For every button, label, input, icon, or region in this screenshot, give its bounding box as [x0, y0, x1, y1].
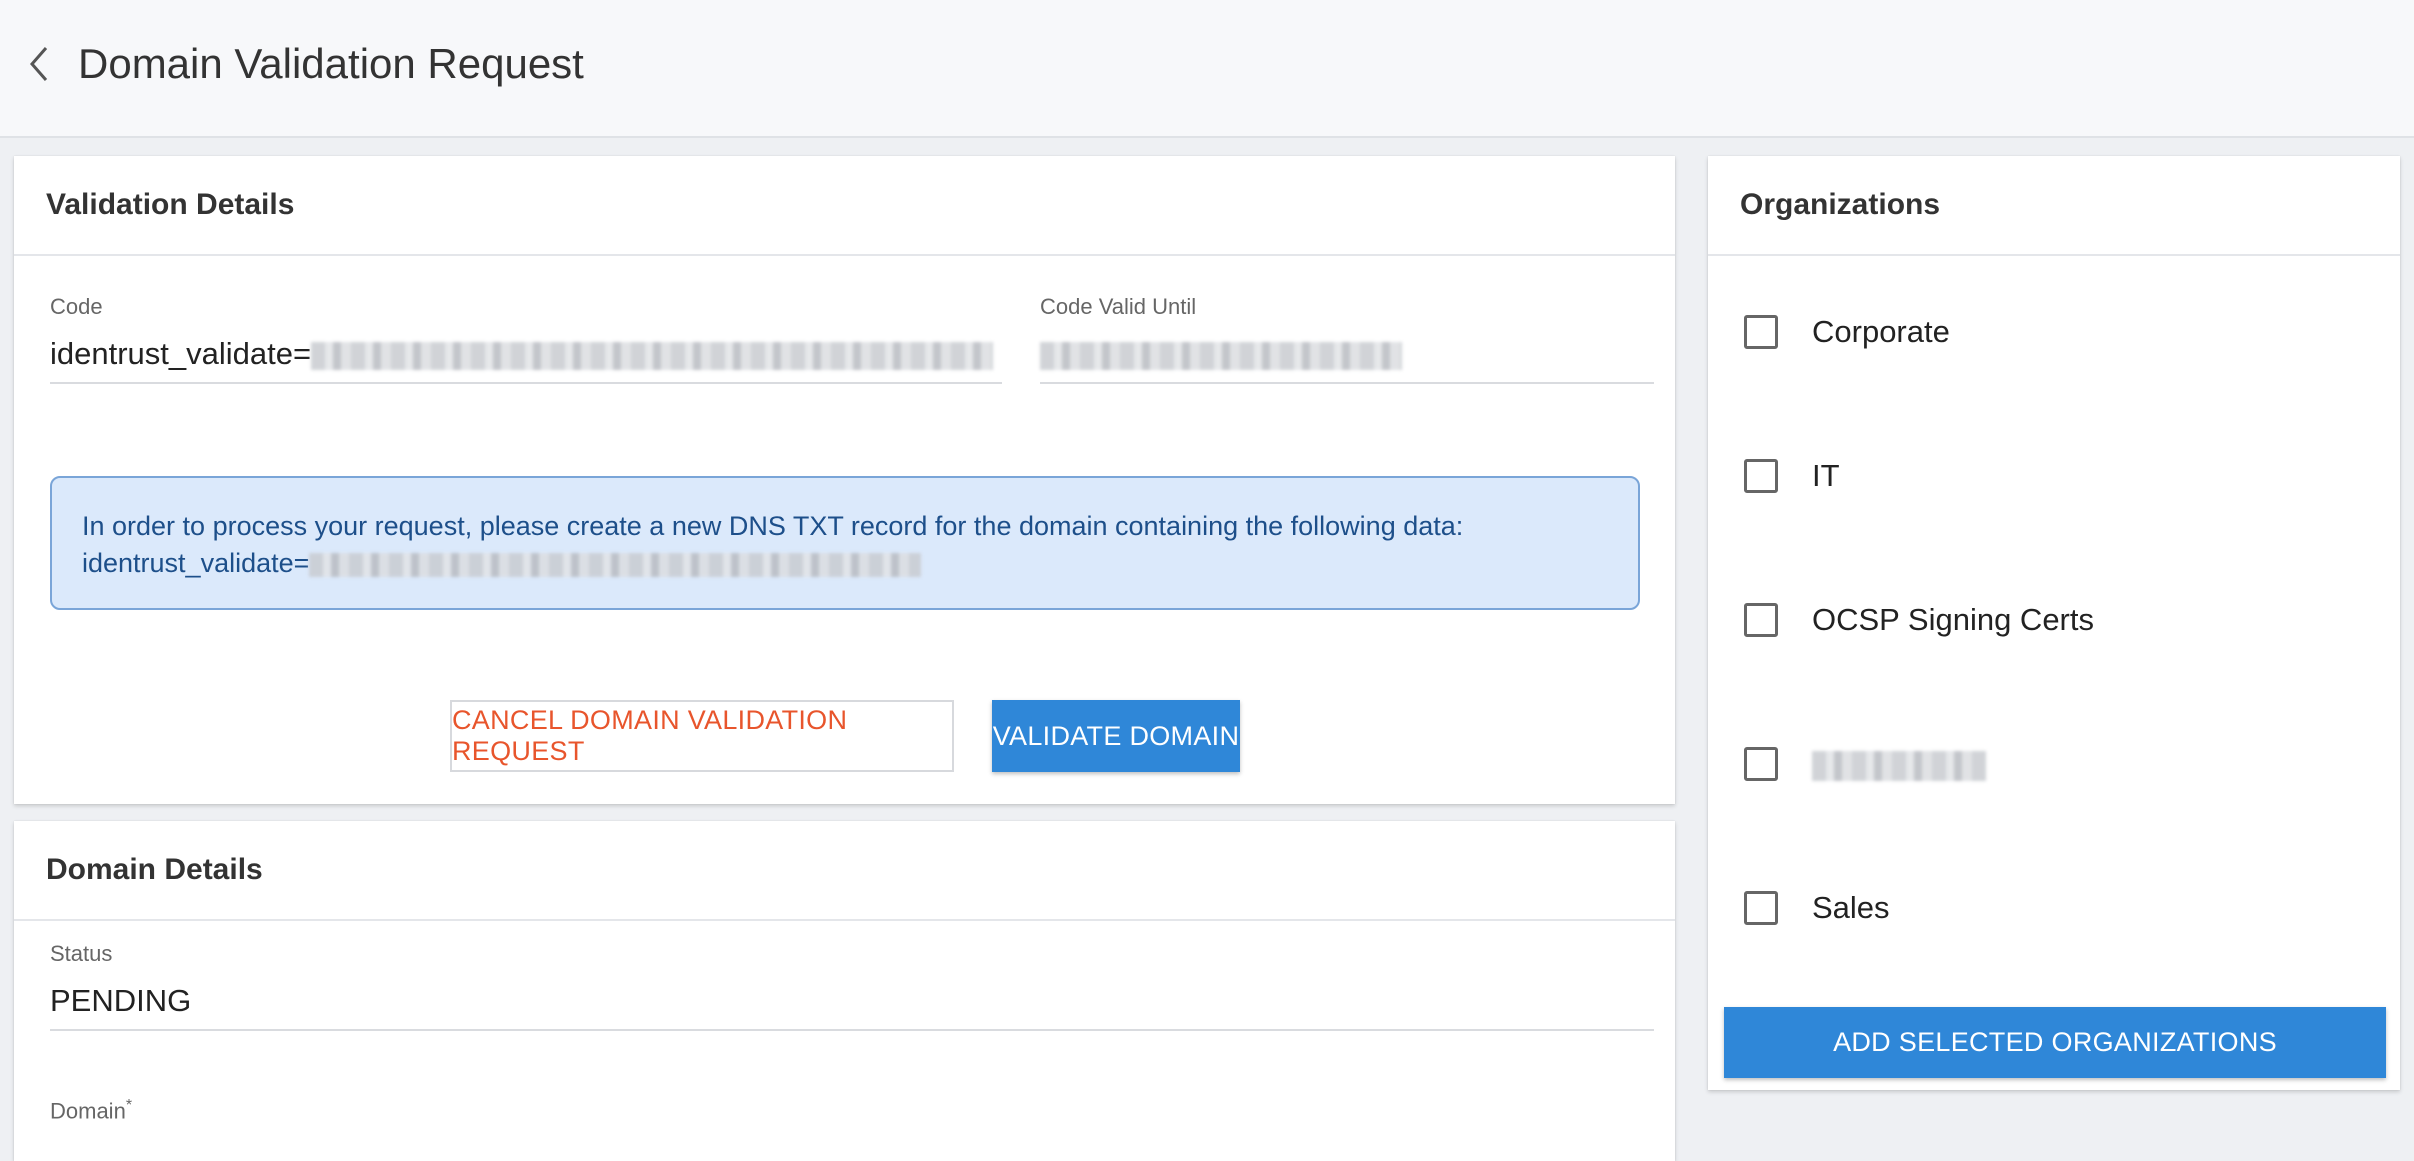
- org-item-sales[interactable]: Sales: [1744, 884, 1890, 932]
- code-valid-until-underline: [1040, 382, 1654, 384]
- domain-label-text: Domain: [50, 1098, 126, 1124]
- dns-instruction-box: In order to process your request, please…: [50, 476, 1640, 610]
- org-label-it: IT: [1812, 458, 1840, 493]
- redacted-org-checkbox[interactable]: [1744, 747, 1778, 781]
- org-item-ocsp-signing-certs[interactable]: OCSP Signing Certs: [1744, 596, 2094, 644]
- code-label: Code: [50, 294, 103, 319]
- org-item-redacted[interactable]: [1744, 740, 1986, 788]
- org-item-corporate[interactable]: Corporate: [1744, 308, 1950, 356]
- redacted-instruction-code: [309, 552, 922, 577]
- redacted-date: [1040, 341, 1402, 370]
- back-button[interactable]: [20, 44, 60, 84]
- org-item-it[interactable]: IT: [1744, 452, 1840, 500]
- status-value: PENDING: [50, 983, 192, 1018]
- instruction-code-prefix: identrust_validate=: [82, 548, 310, 578]
- add-selected-organizations-button[interactable]: ADD SELECTED ORGANIZATIONS: [1724, 1007, 2386, 1078]
- instruction-code: identrust_validate=: [82, 545, 1608, 582]
- cancel-validation-button[interactable]: CANCEL DOMAIN VALIDATION REQUEST: [450, 700, 954, 772]
- org-label-sales: Sales: [1812, 890, 1890, 925]
- page-title: Domain Validation Request: [78, 40, 584, 87]
- instruction-text: In order to process your request, please…: [82, 511, 1464, 541]
- corporate-checkbox[interactable]: [1744, 315, 1778, 349]
- status-underline: [50, 1029, 1654, 1031]
- domain-details-card: Domain Details Status PENDING Domain*: [14, 821, 1675, 1161]
- it-checkbox[interactable]: [1744, 459, 1778, 493]
- org-label-corporate: Corporate: [1812, 314, 1950, 349]
- code-valid-until-value: [1040, 336, 1402, 372]
- code-valid-until-label: Code Valid Until: [1040, 294, 1197, 319]
- top-bar: Domain Validation Request: [0, 0, 2414, 138]
- domain-details-title: Domain Details: [14, 821, 1675, 921]
- validation-details-title: Validation Details: [14, 156, 1675, 256]
- code-underline: [50, 382, 1002, 384]
- ocsp-signing-certs-checkbox[interactable]: [1744, 603, 1778, 637]
- redacted-code: [311, 341, 994, 370]
- code-value: identrust_validate=: [50, 336, 994, 372]
- required-mark: *: [125, 1097, 133, 1114]
- organizations-title: Organizations: [1708, 156, 2400, 256]
- validate-domain-button[interactable]: VALIDATE DOMAIN: [992, 700, 1240, 772]
- org-label-redacted: [1812, 746, 1986, 782]
- code-prefix: identrust_validate=: [50, 336, 312, 371]
- redacted-org-name: [1812, 750, 1986, 781]
- chevron-left-icon: [30, 47, 48, 81]
- validation-details-card: Validation Details Code identrust_valida…: [14, 156, 1675, 804]
- sales-checkbox[interactable]: [1744, 891, 1778, 925]
- status-label: Status: [50, 941, 113, 966]
- domain-label: Domain*: [50, 1097, 132, 1124]
- org-label-ocsp-signing-certs: OCSP Signing Certs: [1812, 602, 2094, 637]
